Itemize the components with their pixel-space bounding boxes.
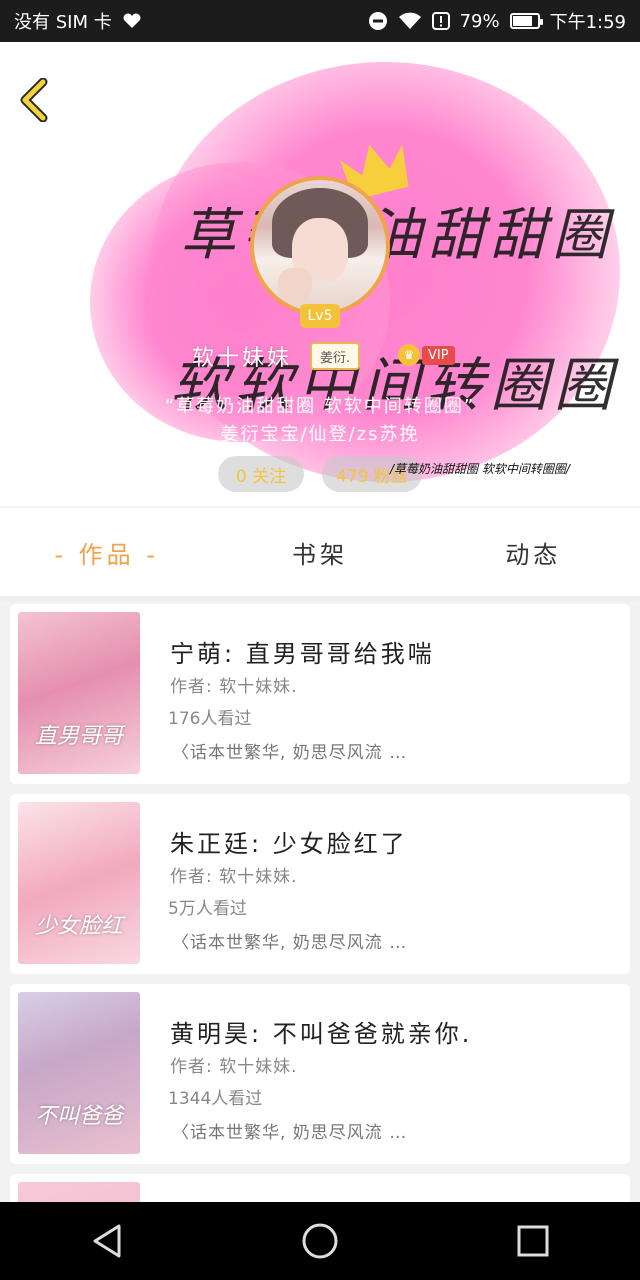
profile-tabs: - 作品 - 书架 动态: [0, 508, 640, 602]
book-author: 作者: 软十妹妹.: [170, 677, 298, 697]
battery-percent: 79%: [459, 10, 500, 32]
back-button[interactable]: [12, 78, 56, 122]
book-views: 1344人看过: [168, 1089, 263, 1109]
avatar[interactable]: [250, 176, 390, 316]
level-badge: Lv5: [300, 304, 340, 328]
carrier-text: 没有 SIM 卡: [14, 12, 112, 33]
book-views: 176人看过: [168, 709, 252, 729]
vip-label: VIP: [422, 345, 455, 365]
banner-text-line1: 草莓奶油甜甜圈: [180, 203, 614, 268]
book-cover[interactable]: 不叫爸爸: [18, 992, 140, 1154]
book-description: 〈话本世繁华, 奶思尽风流 …: [172, 1123, 408, 1143]
profile-header: 草莓奶油甜甜圈 软软中间转圈圈 Lv5 软十妹妹 姜衍. ♛ VIP “草莓奶油…: [0, 42, 640, 506]
status-bar: 没有 SIM 卡 79% 下午1:59: [0, 0, 640, 42]
user-nickname: 软十妹妹: [192, 346, 293, 371]
list-item[interactable]: 直男哥哥 宁萌: 直男哥哥给我喘 作者: 软十妹妹. 176人看过 〈话本世繁华…: [10, 604, 630, 784]
book-author: 作者: 软十妹妹.: [170, 867, 298, 887]
system-navigation-bar: [0, 1202, 640, 1280]
works-list: 直男哥哥 宁萌: 直男哥哥给我喘 作者: 软十妹妹. 176人看过 〈话本世繁华…: [10, 604, 630, 1224]
vip-badge: ♛ VIP: [398, 344, 455, 366]
book-cover[interactable]: 少女脸红: [18, 802, 140, 964]
book-title: 宁萌: 直男哥哥给我喘: [170, 640, 435, 668]
name-tag-badge: 姜衍.: [310, 342, 361, 370]
book-title: 朱正廷: 少女脸红了: [170, 830, 408, 858]
nav-home-button[interactable]: [280, 1211, 360, 1271]
list-item[interactable]: 少女脸红 朱正廷: 少女脸红了 作者: 软十妹妹. 5万人看过 〈话本世繁华, …: [10, 794, 630, 974]
cover-title: 少女脸红: [34, 914, 123, 939]
signature-line2: 姜衍宝宝/仙登/zs苏挽: [220, 424, 420, 445]
cover-title: 直男哥哥: [34, 724, 123, 749]
book-title: 黄明昊: 不叫爸爸就亲你.: [170, 1020, 473, 1048]
nav-back-button[interactable]: [67, 1211, 147, 1271]
chevron-left-icon: [20, 78, 48, 122]
triangle-back-icon: [93, 1224, 121, 1258]
signature-line1: “草莓奶油甜甜圈 软软中间转圈圈”: [164, 396, 476, 417]
list-item[interactable]: 不叫爸爸 黄明昊: 不叫爸爸就亲你. 作者: 软十妹妹. 1344人看过 〈话本…: [10, 984, 630, 1164]
following-count[interactable]: 0 关注: [218, 456, 304, 492]
do-not-disturb-icon: [368, 11, 388, 31]
circle-home-icon: [302, 1223, 338, 1259]
book-description: 〈话本世繁华, 奶思尽风流 …: [172, 743, 408, 763]
book-views: 5万人看过: [168, 899, 247, 919]
clock-time: 下午1:59: [549, 12, 626, 33]
alert-icon: [431, 12, 450, 30]
nav-recents-button[interactable]: [493, 1211, 573, 1271]
tab-activity[interactable]: 动态: [433, 535, 633, 570]
heart-notification-icon: [122, 13, 142, 29]
book-description: 〈话本世繁华, 奶思尽风流 …: [172, 933, 408, 953]
square-recents-icon: [517, 1225, 549, 1257]
wifi-icon: [398, 12, 422, 30]
battery-icon: [509, 13, 543, 29]
banner-small-text: /草莓奶油甜甜圈 软软中间转圈圈/: [390, 462, 570, 476]
book-cover[interactable]: 直男哥哥: [18, 612, 140, 774]
tab-works[interactable]: - 作品 -: [7, 535, 207, 570]
cover-title: 不叫爸爸: [34, 1104, 123, 1129]
book-author: 作者: 软十妹妹.: [170, 1057, 298, 1077]
vip-crown-icon: ♛: [398, 344, 420, 366]
tab-bookshelf[interactable]: 书架: [220, 535, 420, 570]
